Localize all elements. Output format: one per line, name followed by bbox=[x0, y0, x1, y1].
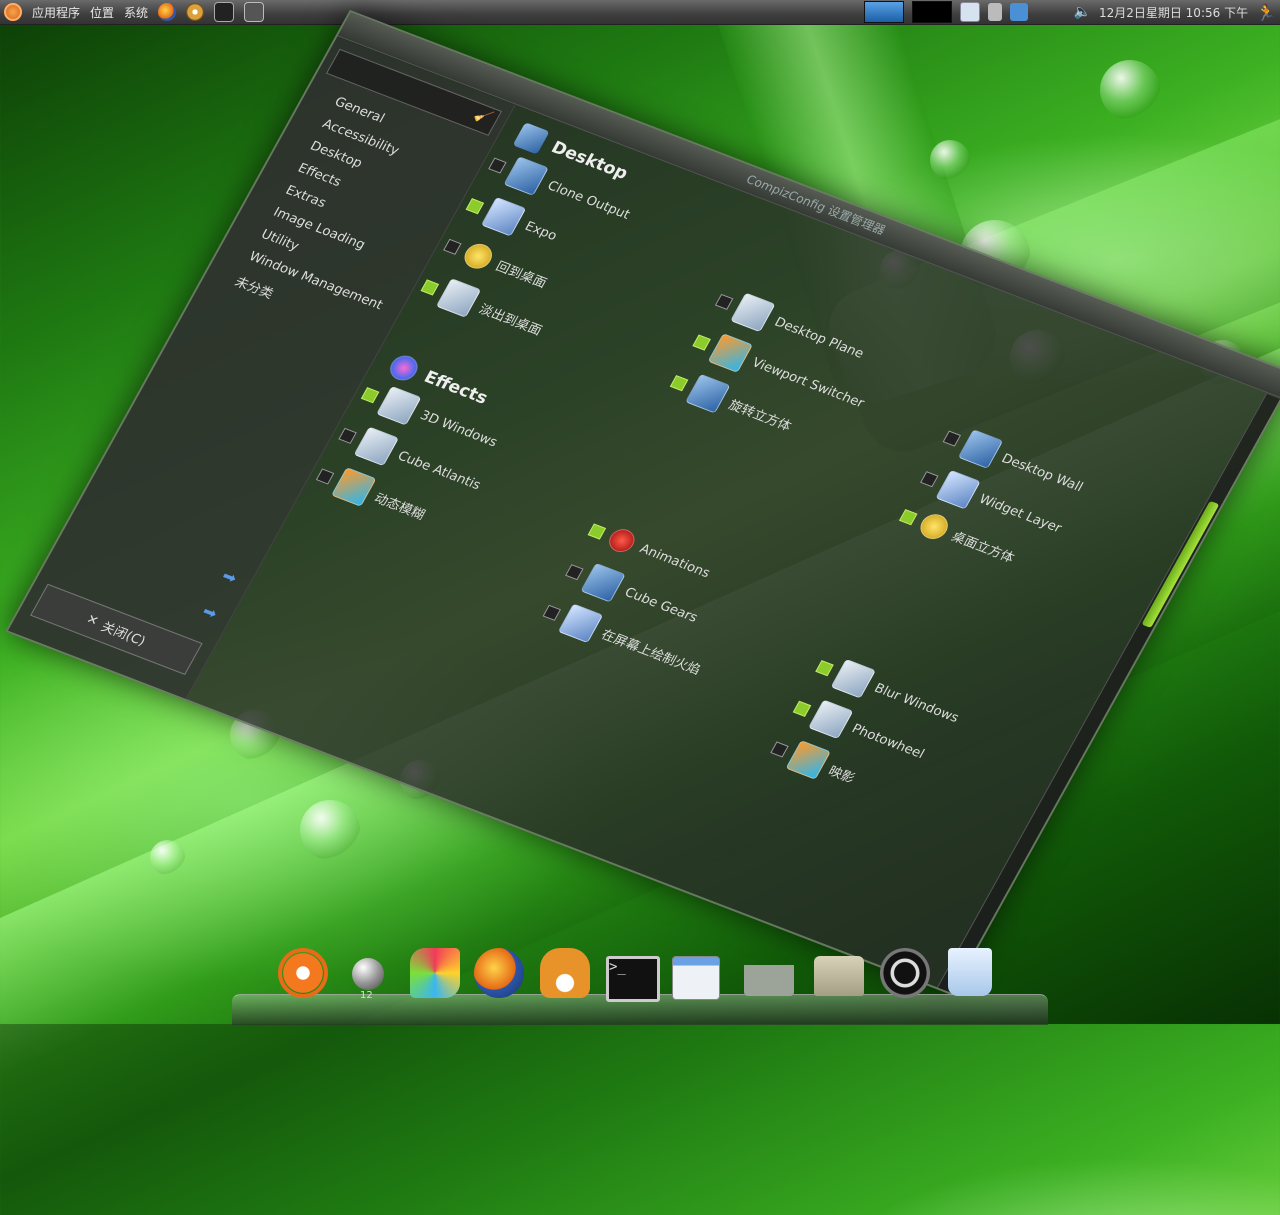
plugin-enable-checkbox[interactable] bbox=[898, 508, 918, 525]
plugin-icon bbox=[730, 292, 776, 333]
terminal-icon[interactable] bbox=[214, 2, 235, 22]
plugin-enable-checkbox[interactable] bbox=[338, 427, 358, 444]
notification-icon[interactable] bbox=[959, 2, 980, 22]
plugin-label: 回到桌面 bbox=[493, 258, 550, 291]
plugin-enable-checkbox[interactable] bbox=[543, 604, 562, 621]
water-drop bbox=[150, 840, 185, 875]
plugin-label: Expo bbox=[522, 218, 560, 244]
water-drop bbox=[930, 140, 970, 180]
water-drop bbox=[1100, 60, 1160, 120]
arrow-right-icon[interactable]: ➡ bbox=[199, 601, 221, 623]
plugin-icon bbox=[331, 467, 377, 507]
plugin-icon bbox=[830, 658, 876, 699]
plugin-icon bbox=[558, 603, 604, 644]
system-monitor-graph[interactable] bbox=[911, 1, 952, 23]
plugin-label: Animations bbox=[637, 541, 713, 581]
plugin-enable-checkbox[interactable] bbox=[919, 470, 939, 487]
plugin-icon bbox=[605, 525, 640, 556]
plugin-label: Cube Gears bbox=[622, 584, 701, 626]
plugin-enable-checkbox[interactable] bbox=[361, 386, 380, 403]
evolution-icon[interactable] bbox=[186, 3, 205, 21]
plugin-icon bbox=[480, 196, 527, 237]
close-icon: ✕ bbox=[83, 611, 102, 629]
plugin-icon bbox=[580, 562, 627, 603]
menu-applications[interactable]: 应用程序 bbox=[32, 4, 80, 21]
plugin-enable-checkbox[interactable] bbox=[692, 334, 712, 351]
water-drop bbox=[300, 800, 360, 860]
firefox-icon[interactable] bbox=[474, 948, 524, 998]
plugin-label: Cube Atlantis bbox=[395, 448, 484, 493]
plugin-enable-checkbox[interactable] bbox=[770, 740, 789, 757]
plugin-enable-checkbox[interactable] bbox=[715, 293, 734, 310]
plugin-label: Blur Windows bbox=[871, 680, 962, 726]
settings-icon[interactable] bbox=[672, 956, 720, 1000]
plugin-icon bbox=[685, 373, 731, 414]
top-panel: 应用程序 位置 系统 🔈 12月2日星期日 10:56 下午 🏃 bbox=[0, 0, 1280, 25]
folder-icon[interactable] bbox=[814, 956, 864, 996]
ball-icon[interactable] bbox=[352, 958, 384, 990]
plugin-icon bbox=[785, 739, 831, 780]
clear-brush-icon[interactable]: 🧹 bbox=[471, 107, 495, 127]
plugin-label: 淡出到桌面 bbox=[476, 301, 545, 339]
plugin-label: Photowheel bbox=[849, 721, 928, 762]
running-man-icon[interactable]: 🏃 bbox=[1256, 3, 1276, 22]
close-label: 关闭(C) bbox=[98, 619, 149, 649]
network-icon[interactable] bbox=[1009, 3, 1028, 21]
dock-label: 12 bbox=[360, 990, 373, 1001]
plugin-icon bbox=[503, 156, 549, 196]
plugin-icon bbox=[435, 278, 482, 318]
volume-icon[interactable]: 🔈 bbox=[1074, 4, 1091, 20]
plugin-icon bbox=[353, 426, 400, 467]
ubuntu-logo-icon[interactable] bbox=[4, 3, 22, 21]
ubuntu-icon[interactable] bbox=[278, 948, 328, 998]
plugin-enable-checkbox[interactable] bbox=[588, 523, 607, 540]
power-icon[interactable] bbox=[880, 948, 930, 998]
arrow-right-icon[interactable]: ➡ bbox=[219, 566, 241, 588]
plugin-icon bbox=[957, 429, 1003, 469]
plugin-label: Desktop Wall bbox=[998, 450, 1086, 495]
plugin-icon bbox=[707, 333, 754, 374]
system-monitor-graph[interactable] bbox=[863, 1, 904, 23]
plugin-enable-checkbox[interactable] bbox=[565, 563, 585, 580]
plugin-label: Desktop Plane bbox=[771, 314, 867, 362]
fox-icon[interactable] bbox=[540, 948, 590, 998]
menu-places[interactable]: 位置 bbox=[90, 4, 114, 21]
menu-system[interactable]: 系统 bbox=[124, 4, 148, 21]
plugin-icon bbox=[915, 510, 953, 543]
plugin-label: 桌面立方体 bbox=[948, 529, 1017, 566]
desktop-category-icon bbox=[512, 122, 550, 155]
plugin-label: Widget Layer bbox=[976, 491, 1065, 536]
screenshot-icon[interactable] bbox=[244, 2, 265, 22]
download-icon[interactable] bbox=[744, 952, 794, 996]
plugin-enable-checkbox[interactable] bbox=[316, 467, 335, 485]
plugin-label: 动态模糊 bbox=[371, 490, 428, 523]
photo-icon[interactable] bbox=[410, 948, 460, 998]
separator-icon bbox=[987, 3, 1002, 21]
effects-category-icon bbox=[385, 351, 423, 385]
plugin-enable-checkbox[interactable] bbox=[670, 374, 689, 391]
plugin-enable-checkbox[interactable] bbox=[942, 429, 961, 447]
firefox-icon[interactable] bbox=[158, 3, 177, 21]
plugin-icon bbox=[807, 699, 854, 740]
plugin-enable-checkbox[interactable] bbox=[792, 700, 812, 717]
plugin-enable-checkbox[interactable] bbox=[420, 278, 440, 296]
plugin-enable-checkbox[interactable] bbox=[465, 197, 485, 214]
trash-icon[interactable] bbox=[948, 948, 992, 996]
plugin-icon bbox=[459, 240, 497, 273]
plugin-icon bbox=[934, 469, 981, 510]
plugin-enable-checkbox[interactable] bbox=[815, 659, 834, 676]
plugin-enable-checkbox[interactable] bbox=[443, 238, 462, 255]
terminal-icon[interactable]: >_ bbox=[606, 956, 660, 1002]
plugin-icon bbox=[376, 385, 422, 426]
plugin-label: 旋转立方体 bbox=[725, 397, 794, 435]
plugin-label: 映影 bbox=[825, 763, 858, 787]
clock[interactable]: 12月2日星期日 10:56 下午 bbox=[1099, 4, 1248, 21]
plugin-enable-checkbox[interactable] bbox=[488, 157, 507, 174]
